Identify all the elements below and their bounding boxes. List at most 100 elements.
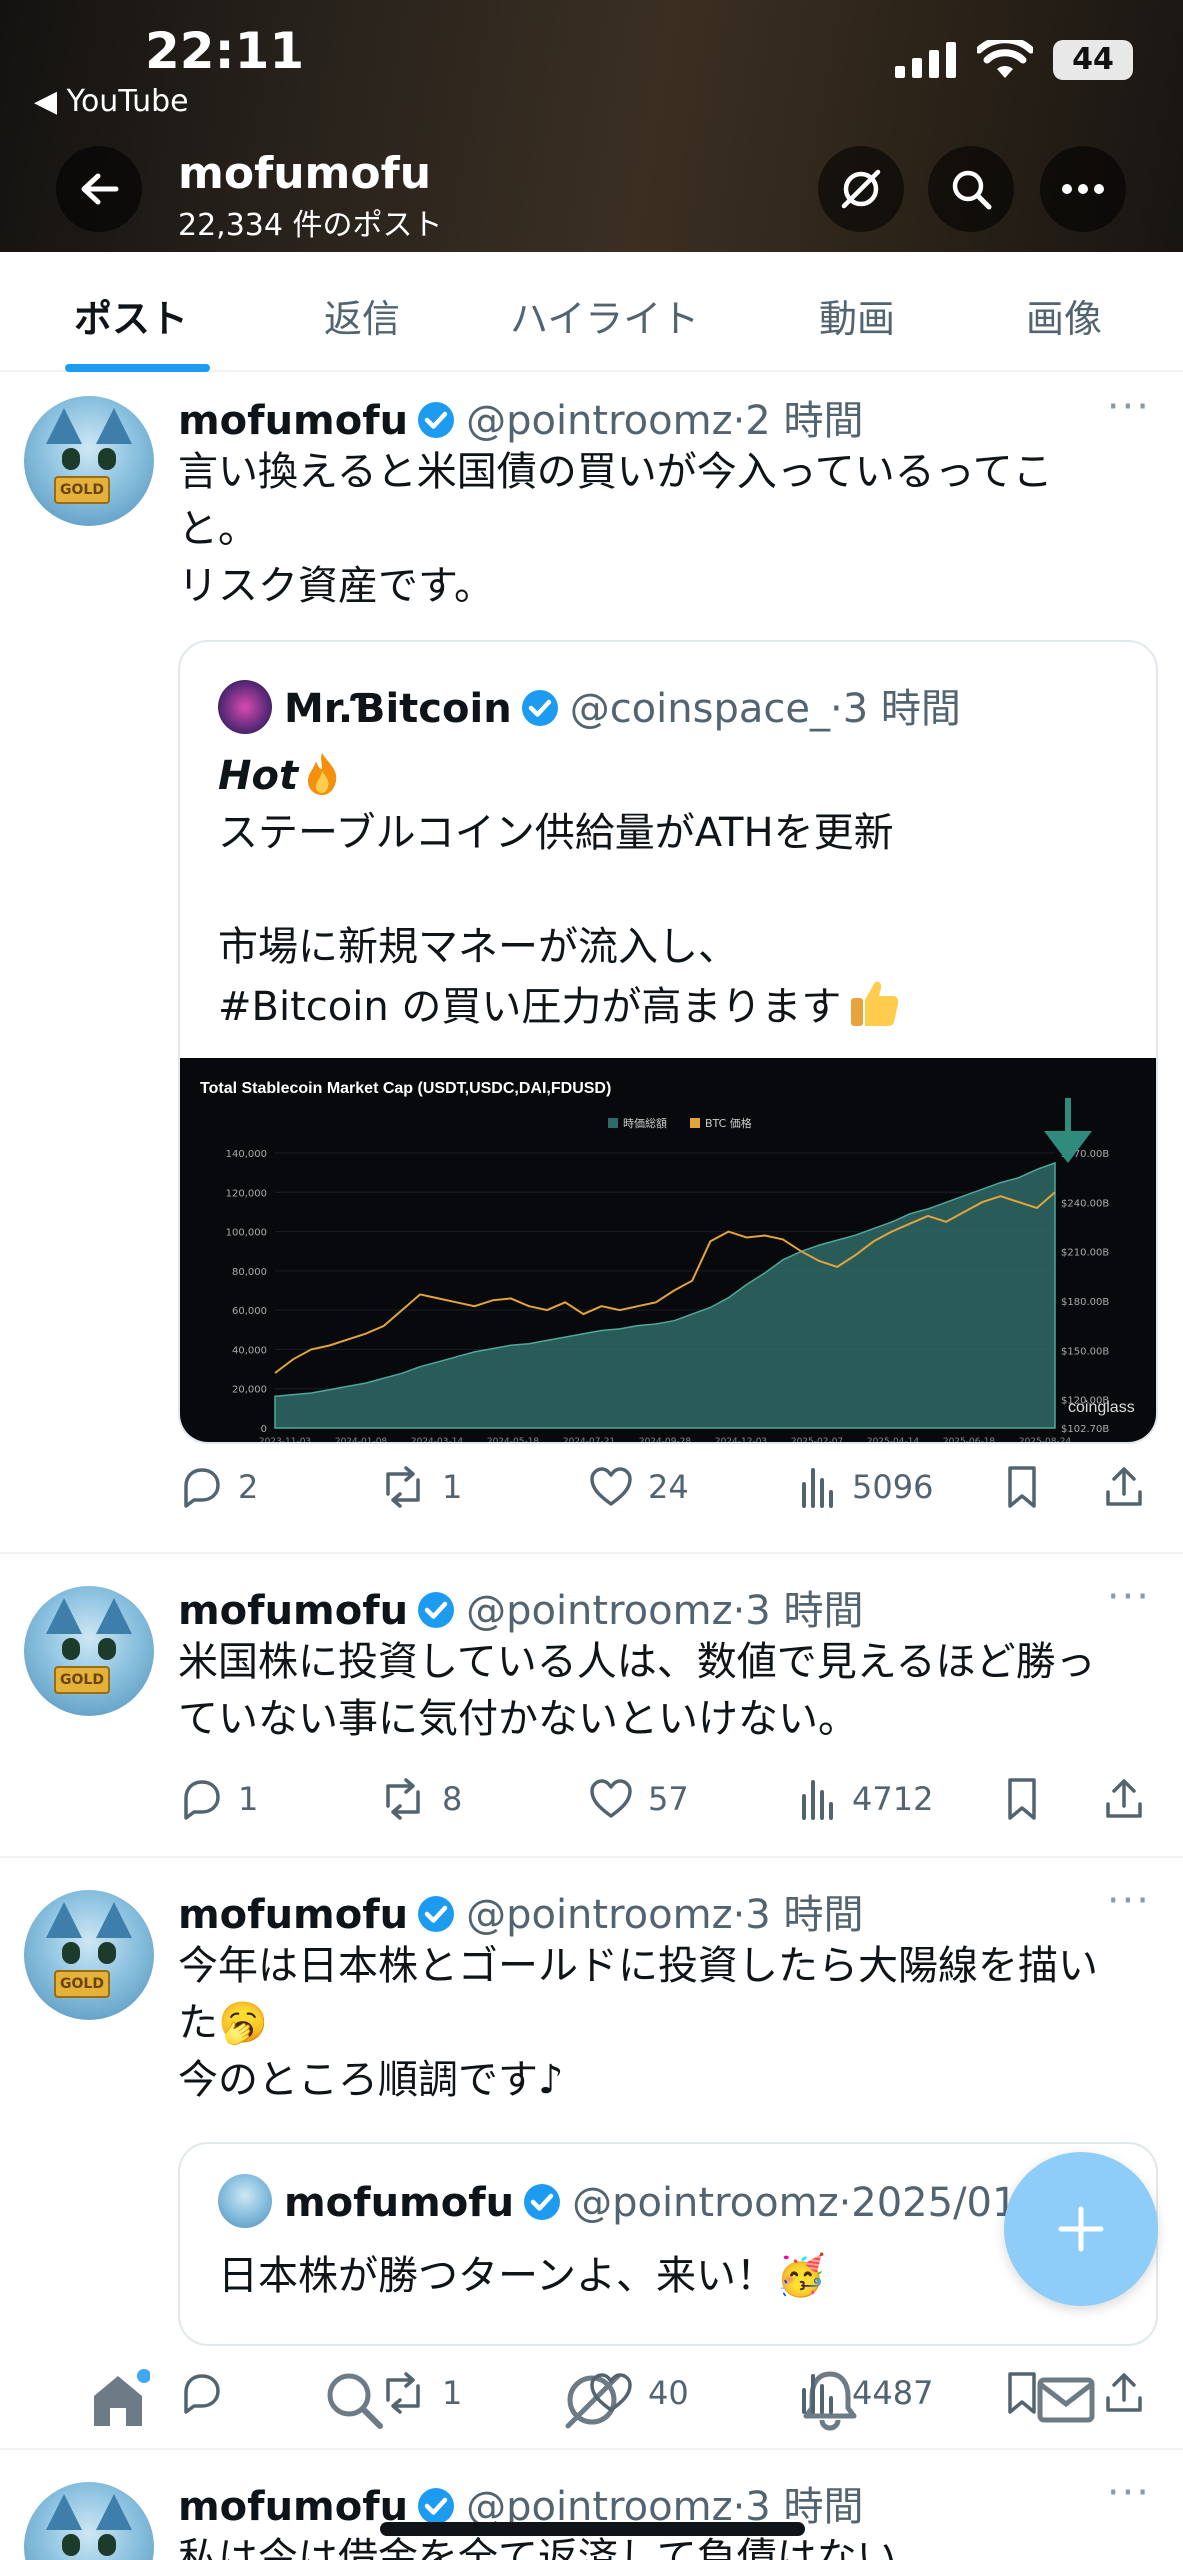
quote-author-handle[interactable]: @coinspace_: [570, 686, 830, 732]
author-name[interactable]: mofumofu: [178, 398, 408, 444]
app-screen: 22:11 ◀ YouTube 44 mofumofu 22,334 件のポスト…: [0, 0, 1183, 2560]
like-count: 24: [648, 1468, 689, 1506]
post-more-button[interactable]: ···: [1107, 384, 1151, 430]
quote-meta: mofumofu @pointroomz·2025/01/15: [218, 2174, 1082, 2228]
tab-highlights[interactable]: ハイライト: [510, 288, 699, 343]
y-left-tick-label: 40,000: [232, 1345, 267, 1356]
home-indicator: [380, 2522, 805, 2536]
post-time[interactable]: 3 時間: [745, 1588, 863, 1634]
like-button[interactable]: 57: [588, 1776, 689, 1822]
avatar[interactable]: GOLD: [24, 1890, 154, 2020]
post[interactable]: mofumofu @pointroomz·3 時間 ··· 私は今は借金を全て返済…: [0, 2452, 1183, 2560]
post-more-button[interactable]: ···: [1107, 1574, 1151, 1620]
nav-home[interactable]: [78, 2360, 158, 2440]
quote-avatar[interactable]: [218, 680, 272, 734]
nav-explore[interactable]: [314, 2360, 394, 2440]
tab-replies[interactable]: 返信: [324, 288, 400, 343]
notifications-icon: [803, 2371, 857, 2431]
share-button[interactable]: [1102, 1776, 1146, 1822]
x-tick-label: 2025-02-07: [791, 1437, 843, 1444]
y-left-tick-label: 20,000: [232, 1385, 267, 1396]
like-icon: [590, 1779, 632, 1818]
compose-button[interactable]: [1004, 2152, 1158, 2306]
like-button[interactable]: 24: [588, 1464, 689, 1510]
quote-author-name[interactable]: mofumofu: [284, 2180, 514, 2226]
author-name[interactable]: mofumofu: [178, 1892, 408, 1938]
post-meta: mofumofu @pointroomz·3 時間: [178, 1882, 863, 1940]
tab-posts[interactable]: ポスト: [74, 288, 188, 343]
x-tick-label: 2023-11-03: [259, 1437, 311, 1444]
post-more-button[interactable]: ···: [1107, 1878, 1151, 1924]
bookmark-button[interactable]: [1002, 1464, 1042, 1510]
reply-count: 2: [238, 1468, 259, 1506]
author-handle[interactable]: @pointroomz: [466, 398, 732, 444]
tab-images[interactable]: 画像: [1026, 288, 1102, 343]
y-right-tick-label: $150.00B: [1061, 1346, 1109, 1357]
back-arrow-icon: [81, 173, 119, 205]
grok-icon: [565, 2373, 621, 2429]
post-meta: mofumofu @pointroomz·2 時間: [178, 388, 863, 446]
grok-button[interactable]: [818, 146, 904, 232]
nav-messages[interactable]: [1026, 2360, 1106, 2440]
reply-count: 1: [238, 1780, 259, 1818]
search-button[interactable]: [928, 146, 1014, 232]
x-tick-label: 2025-06-18: [943, 1437, 996, 1444]
quote-text-block: Hot ステーブルコイン供給量がATHを更新 市場に新規マネーが流入し、 #Bit…: [218, 748, 1138, 1036]
y-left-tick-label: 0: [261, 1424, 267, 1435]
author-handle[interactable]: @pointroomz: [466, 1892, 732, 1938]
verified-icon: [418, 402, 455, 438]
quote-avatar[interactable]: [218, 2174, 272, 2228]
share-button[interactable]: [1102, 1464, 1146, 1510]
avatar[interactable]: GOLD: [24, 1586, 154, 1716]
y-left-tick-label: 100,000: [226, 1228, 267, 1239]
post-actions: 1 8 57 4712: [178, 1776, 1158, 1836]
post[interactable]: GOLD mofumofu @pointroomz·2 時間 ··· 言い換えると…: [0, 374, 1183, 1554]
verified-icon: [521, 690, 558, 726]
reply-button[interactable]: 1: [178, 1776, 258, 1822]
profile-header: 22:11 ◀ YouTube 44 mofumofu 22,334 件のポスト: [0, 0, 1183, 252]
author-handle[interactable]: @pointroomz: [466, 1588, 732, 1634]
y-left-tick-label: 140,000: [226, 1149, 267, 1160]
repost-count: 8: [442, 1780, 463, 1818]
stablecoin-chart: Total Stablecoin Market Cap (USDT,USDC,D…: [200, 1080, 1135, 1444]
views-button[interactable]: 5096: [798, 1464, 933, 1510]
messages-icon: [1037, 2377, 1095, 2423]
back-to-app-link[interactable]: ◀ YouTube: [34, 84, 189, 119]
post-time[interactable]: 3 時間: [745, 1892, 863, 1938]
more-options-button[interactable]: [1040, 146, 1126, 232]
author-name[interactable]: mofumofu: [178, 1588, 408, 1634]
wifi-icon: [977, 40, 1033, 78]
y-right-tick-label: $210.00B: [1061, 1248, 1109, 1259]
home-icon: [94, 2369, 150, 2426]
views-button[interactable]: 4712: [798, 1776, 933, 1822]
avatar[interactable]: [24, 2482, 154, 2560]
nav-grok[interactable]: [552, 2360, 632, 2440]
post-time[interactable]: 2 時間: [745, 398, 863, 444]
back-button[interactable]: [56, 146, 142, 232]
author-name[interactable]: mofumofu: [178, 2484, 408, 2530]
grok-icon: [841, 169, 881, 209]
tab-videos[interactable]: 動画: [819, 288, 895, 343]
y-right-tick-label: $102.70B: [1061, 1424, 1109, 1435]
x-tick-label: 2024-01-08: [335, 1437, 388, 1444]
quote-author-name[interactable]: Mr.Ɓitcoin: [284, 686, 512, 732]
x-tick-label: 2025-08-24: [1019, 1437, 1072, 1444]
quote-author-handle[interactable]: @pointroomz: [572, 2180, 838, 2226]
bookmark-button[interactable]: [1002, 1776, 1042, 1822]
chart-image[interactable]: Total Stablecoin Market Cap (USDT,USDC,D…: [180, 1058, 1156, 1444]
y-left-tick-label: 80,000: [232, 1267, 267, 1278]
nav-notifications[interactable]: [790, 2360, 870, 2440]
reply-button[interactable]: 2: [178, 1464, 258, 1510]
quoted-post[interactable]: Mr.Ɓitcoin @coinspace_·3 時間 Hot ステーブルコイン供給…: [178, 640, 1158, 1444]
views-icon: [802, 1780, 833, 1820]
post[interactable]: GOLD mofumofu @pointroomz·3 時間 ··· 米国株に投資…: [0, 1556, 1183, 1858]
post-more-button[interactable]: ···: [1107, 2470, 1151, 2516]
repost-button[interactable]: 1: [378, 1464, 462, 1510]
fire-emoji-icon: [302, 751, 342, 797]
repost-button[interactable]: 8: [378, 1776, 462, 1822]
post-actions: 2 1 24 5096: [178, 1464, 1158, 1524]
share-icon: [1106, 1467, 1142, 1506]
avatar[interactable]: GOLD: [24, 396, 154, 526]
views-icon: [802, 1468, 833, 1508]
legend-market-cap: 時価総額: [623, 1116, 667, 1130]
